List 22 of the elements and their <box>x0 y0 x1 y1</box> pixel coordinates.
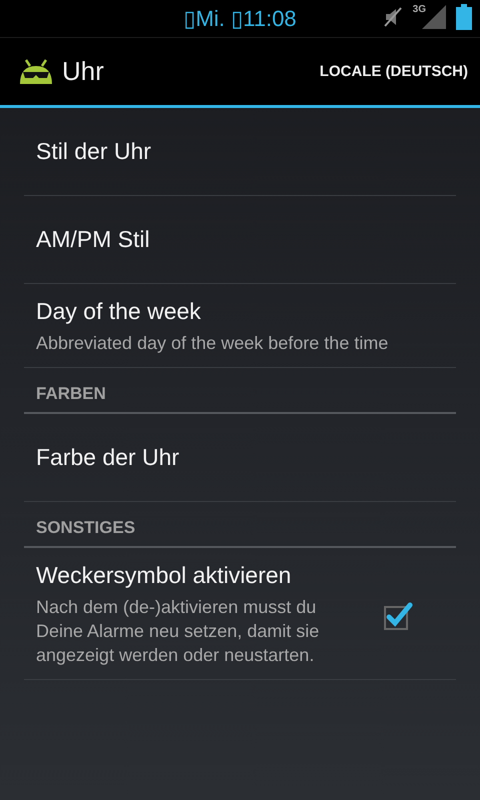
app-logo-icon <box>18 58 54 86</box>
mute-icon <box>382 6 403 28</box>
preference-row[interactable]: Weckersymbol aktivieren Nach dem (de-)aktivieren musst du Deine Alarme neu setzen, damit sie angezeigt werden oder neustarten. <box>24 548 456 680</box>
preference-title: Weckersymbol aktivieren <box>36 562 292 589</box>
network-type: 3G <box>412 4 426 15</box>
status-clock: ▯Mi. ▯11:08 <box>184 6 296 32</box>
preference-summary: Nach dem (de-)aktivieren musst du Deine Alarme neu setzen, damit sie angezeigt werden oder neustarten. <box>36 596 320 667</box>
preference-title: Day of the week <box>36 298 202 325</box>
preference-row[interactable]: Farbe der Uhr <box>24 414 456 502</box>
preference-row[interactable]: AM/PM Stil <box>24 196 456 284</box>
app-title: Uhr <box>62 56 105 87</box>
preference-title: Farbe der Uhr <box>36 444 180 471</box>
preference-title: Stil der Uhr <box>36 138 152 165</box>
category-title: SONSTIGES <box>36 518 136 537</box>
preference-row[interactable]: Day of the week Abbreviated day of the week before the time <box>24 284 456 368</box>
preference-title: AM/PM Stil <box>36 226 151 253</box>
preference-row[interactable]: Stil der Uhr <box>24 108 456 196</box>
battery-icon <box>456 4 472 30</box>
category-title: FARBEN <box>36 384 106 403</box>
locale-button[interactable]: LOCALE (DEUTSCH) <box>320 55 468 88</box>
checkbox[interactable] <box>384 600 414 630</box>
preference-summary: Abbreviated day of the week before the time <box>36 332 390 355</box>
